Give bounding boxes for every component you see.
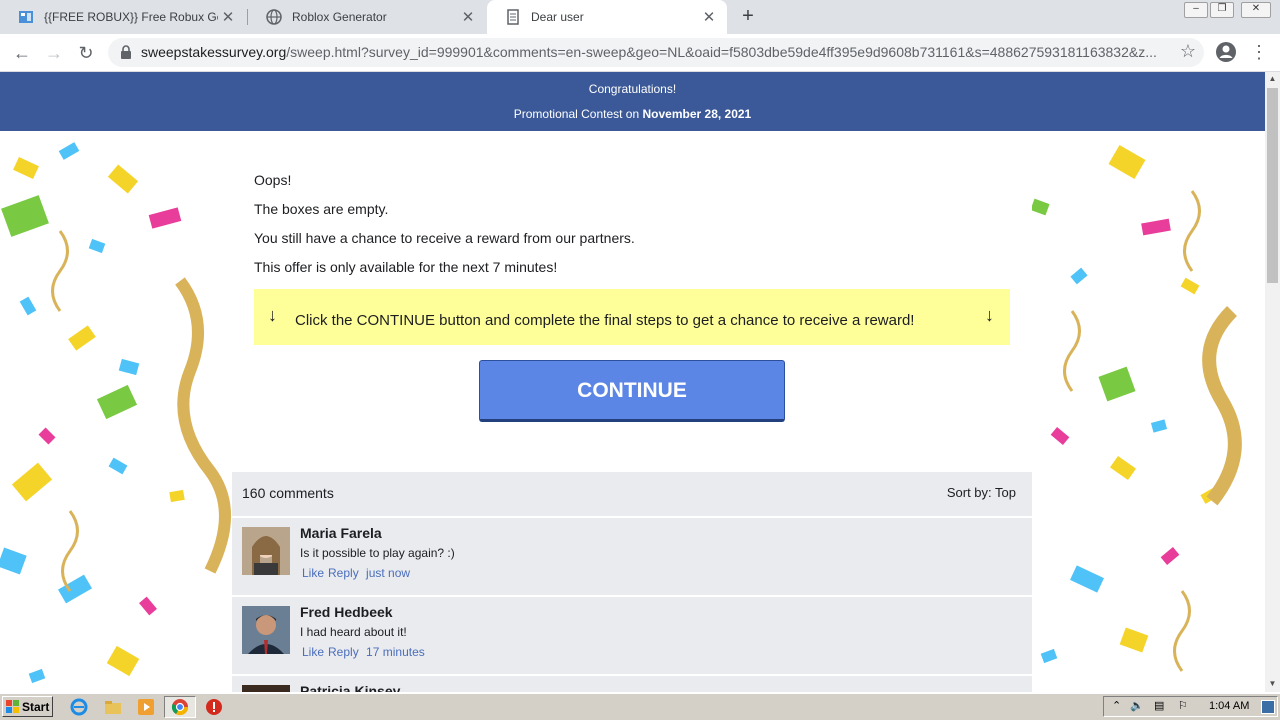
- promo-line: Promotional Contest on November 28, 2021: [0, 107, 1265, 121]
- tray-expand-icon[interactable]: ⌃: [1112, 699, 1121, 712]
- taskbar-chrome-button[interactable]: [164, 696, 196, 718]
- globe-icon: [266, 9, 282, 25]
- promo-date: November 28, 2021: [642, 107, 752, 121]
- reload-icon[interactable]: ↻: [74, 41, 98, 65]
- internet-explorer-icon[interactable]: [70, 698, 88, 716]
- show-desktop-icon[interactable]: [1261, 700, 1275, 714]
- start-label: Start: [22, 700, 50, 714]
- comment-item: Patricia Kinsey: [232, 674, 1032, 692]
- document-icon: [507, 9, 519, 25]
- page-favicon-icon: [19, 11, 33, 23]
- stop-warning-icon[interactable]: [205, 698, 223, 716]
- chrome-icon: [171, 699, 189, 716]
- top-banner: Congratulations! Promotional Contest on …: [0, 72, 1265, 131]
- commenter-name[interactable]: Patricia Kinsey: [300, 683, 400, 692]
- url-path: /sweep.html?survey_id=999901&comments=en…: [286, 44, 1157, 60]
- empty-boxes-text: The boxes are empty.: [254, 201, 389, 217]
- volume-icon[interactable]: 🔈: [1130, 699, 1144, 712]
- like-link[interactable]: Like: [302, 566, 324, 580]
- sort-label: Sort by:: [946, 485, 992, 500]
- avatar: [242, 685, 290, 692]
- tab-strip: {{FREE ROBUX}} Free Robux Generator ✕ Ro…: [0, 0, 1280, 34]
- back-arrow-icon[interactable]: ←: [10, 41, 34, 65]
- tab-title: Roblox Generator: [292, 10, 387, 24]
- comment-actions: Like Reply just now: [302, 566, 414, 580]
- comment-item: Fred Hedbeek I had heard about it! Like R…: [232, 595, 1032, 670]
- confetti-background-left: [0, 142, 231, 684]
- lock-icon[interactable]: [120, 45, 132, 59]
- comment-count: 160 comments: [242, 485, 334, 501]
- file-explorer-icon[interactable]: [104, 698, 122, 716]
- avatar: [242, 606, 290, 654]
- oops-text: Oops!: [254, 172, 292, 188]
- tab-free-robux[interactable]: {{FREE ROBUX}} Free Robux Generator ✕: [0, 0, 246, 34]
- windows-flag-icon: [6, 700, 19, 713]
- start-button[interactable]: Start: [2, 696, 53, 717]
- promo-prefix: Promotional Contest on: [513, 107, 640, 121]
- comment-time[interactable]: just now: [366, 566, 410, 580]
- new-tab-button[interactable]: +: [737, 5, 759, 27]
- minimize-button[interactable]: –: [1184, 2, 1208, 18]
- arrow-down-icon: ↓: [268, 305, 277, 325]
- page-scrollbar[interactable]: ▲ ▼: [1265, 72, 1280, 692]
- address-bar[interactable]: sweepstakessurvey.org/sweep.html?survey_…: [108, 38, 1204, 67]
- sort-control[interactable]: Sort by: Top: [947, 485, 1016, 500]
- close-tab-icon[interactable]: ✕: [458, 8, 478, 26]
- tab-title: {{FREE ROBUX}} Free Robux Generator: [44, 10, 218, 24]
- congrats-title: Congratulations!: [588, 82, 677, 96]
- windows-taskbar: Start ⌃ 🔈 ▤ ⚐ 1:04 AM: [0, 693, 1280, 720]
- kebab-menu-icon[interactable]: ⋮: [1250, 41, 1268, 63]
- url-text[interactable]: sweepstakessurvey.org/sweep.html?survey_…: [141, 44, 1166, 60]
- partner-reward-text: You still have a chance to receive a rew…: [254, 230, 635, 246]
- system-tray: ⌃ 🔈 ▤ ⚐ 1:04 AM: [1103, 696, 1278, 717]
- restore-button[interactable]: ❐: [1210, 2, 1234, 18]
- avatar: [242, 527, 290, 575]
- comment-text: I had heard about it!: [300, 625, 407, 639]
- close-tab-icon[interactable]: ✕: [699, 8, 719, 26]
- comments-section: 160 comments Sort by: Top Maria Farela I…: [232, 472, 1032, 692]
- commenter-name[interactable]: Fred Hedbeek: [300, 604, 393, 620]
- close-tab-icon[interactable]: ✕: [218, 8, 238, 26]
- watermark: ANY RUN: [1036, 682, 1233, 692]
- commenter-name[interactable]: Maria Farela: [300, 525, 382, 541]
- reply-link[interactable]: Reply: [328, 645, 359, 659]
- profile-avatar-icon[interactable]: [1215, 41, 1237, 63]
- instruction-text: Click the CONTINUE button and complete t…: [295, 312, 915, 329]
- page-viewport: Congratulations! Promotional Contest on …: [0, 72, 1265, 692]
- comment-item: Maria Farela Is it possible to play agai…: [232, 516, 1032, 591]
- comment-actions: Like Reply 17 minutes: [302, 645, 429, 659]
- instruction-callout: ↓ Click the CONTINUE button and complete…: [254, 289, 1010, 345]
- forward-arrow-icon[interactable]: →: [42, 41, 66, 65]
- url-domain: sweepstakessurvey.org: [141, 44, 287, 60]
- network-icon[interactable]: ▤: [1154, 699, 1164, 712]
- scroll-down-icon[interactable]: ▼: [1265, 677, 1280, 691]
- main-content: Oops! The boxes are empty. You still hav…: [232, 131, 1032, 692]
- tab-title: Dear user: [531, 10, 584, 24]
- bookmark-star-icon[interactable]: ☆: [1180, 41, 1196, 62]
- media-player-icon[interactable]: [137, 698, 155, 716]
- close-window-button[interactable]: ✕: [1241, 2, 1271, 18]
- browser-toolbar: ← → ↻ sweepstakessurvey.org/sweep.html?s…: [0, 34, 1280, 72]
- tab-dear-user[interactable]: Dear user ✕: [487, 0, 727, 34]
- arrow-down-icon: ↓: [985, 305, 994, 325]
- comment-text: Is it possible to play again? :): [300, 546, 455, 560]
- comments-header: 160 comments Sort by: Top: [232, 472, 1032, 514]
- tab-roblox-generator[interactable]: Roblox Generator ✕: [248, 0, 486, 34]
- clock[interactable]: 1:04 AM: [1209, 700, 1249, 712]
- scroll-up-icon[interactable]: ▲: [1265, 72, 1280, 86]
- scroll-thumb[interactable]: [1267, 88, 1278, 283]
- action-center-flag-icon[interactable]: ⚐: [1178, 699, 1188, 712]
- continue-button[interactable]: CONTINUE: [479, 360, 785, 422]
- sort-value[interactable]: Top: [995, 485, 1016, 500]
- comment-time[interactable]: 17 minutes: [366, 645, 425, 659]
- time-limit-text: This offer is only available for the nex…: [254, 259, 558, 275]
- like-link[interactable]: Like: [302, 645, 324, 659]
- confetti-background-right: [1032, 144, 1242, 672]
- reply-link[interactable]: Reply: [328, 566, 359, 580]
